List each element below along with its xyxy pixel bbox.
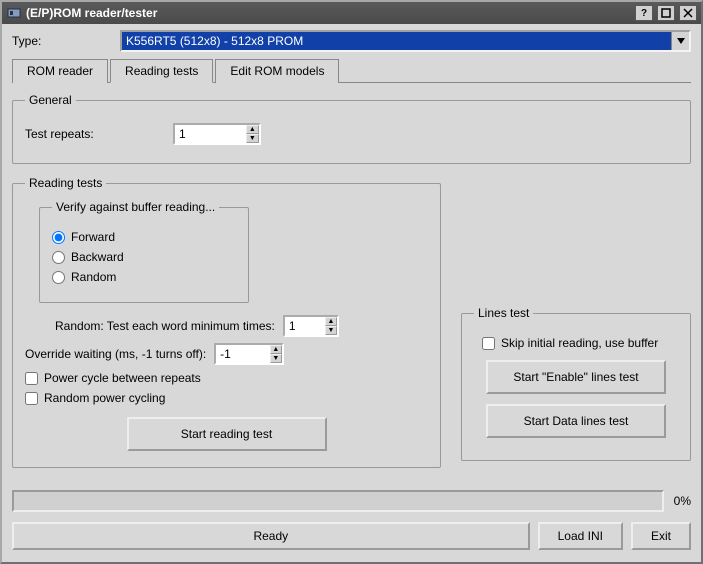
spin-down-icon[interactable]: ▼: [325, 326, 337, 335]
spin-down-icon[interactable]: ▼: [246, 134, 259, 143]
start-reading-test-button[interactable]: Start reading test: [127, 417, 327, 451]
type-row: Type: K556RT5 (512x8) - 512x8 PROM: [12, 30, 691, 52]
start-data-lines-button[interactable]: Start Data lines test: [486, 404, 666, 438]
general-legend: General: [25, 93, 76, 107]
random-min-spinner[interactable]: ▲▼: [283, 315, 339, 337]
checkbox-random-power[interactable]: [25, 392, 38, 405]
spin-up-icon[interactable]: ▲: [246, 125, 259, 134]
tab-edit-rom-models[interactable]: Edit ROM models: [215, 59, 339, 83]
help-button[interactable]: ?: [635, 5, 653, 21]
close-button[interactable]: [679, 5, 697, 21]
tab-rom-reader[interactable]: ROM reader: [12, 59, 108, 83]
verify-group: Verify against buffer reading... Forward…: [39, 200, 249, 303]
radio-random[interactable]: [52, 271, 65, 284]
radio-backward[interactable]: [52, 251, 65, 264]
radio-forward[interactable]: [52, 231, 65, 244]
verify-legend: Verify against buffer reading...: [52, 200, 219, 214]
lines-test-legend: Lines test: [474, 306, 533, 320]
checkbox-power-cycle[interactable]: [25, 372, 38, 385]
status-text: Ready: [12, 522, 530, 550]
general-group: General Test repeats: ▲▼: [12, 93, 691, 164]
spin-down-icon[interactable]: ▼: [270, 354, 283, 363]
app-window: (E/P)ROM reader/tester ? Type: K556RT5 (…: [0, 0, 703, 564]
random-power-label: Random power cycling: [44, 391, 165, 405]
app-icon: [6, 5, 22, 21]
progress-bar: [12, 490, 664, 512]
skip-initial-label: Skip initial reading, use buffer: [501, 336, 658, 350]
lines-test-group: Lines test Skip initial reading, use buf…: [461, 306, 691, 461]
override-waiting-label: Override waiting (ms, -1 turns off):: [25, 347, 206, 361]
tab-reading-tests[interactable]: Reading tests: [110, 59, 213, 83]
spin-up-icon[interactable]: ▲: [325, 317, 337, 326]
radio-backward-label: Backward: [71, 250, 124, 264]
reading-tests-group: Reading tests Verify against buffer read…: [12, 176, 441, 468]
chevron-down-icon[interactable]: [671, 32, 689, 50]
reading-tests-legend: Reading tests: [25, 176, 106, 190]
tab-bar: ROM reader Reading tests Edit ROM models: [12, 58, 691, 83]
test-repeats-input[interactable]: [175, 125, 246, 143]
start-enable-lines-button[interactable]: Start "Enable" lines test: [486, 360, 666, 394]
progress-row: 0%: [12, 490, 691, 512]
test-repeats-label: Test repeats:: [25, 127, 165, 141]
exit-button[interactable]: Exit: [631, 522, 691, 550]
titlebar: (E/P)ROM reader/tester ?: [2, 2, 701, 24]
type-label: Type:: [12, 34, 112, 48]
random-min-input[interactable]: [285, 317, 325, 335]
type-dropdown[interactable]: K556RT5 (512x8) - 512x8 PROM: [120, 30, 691, 52]
maximize-button[interactable]: [657, 5, 675, 21]
checkbox-skip-initial[interactable]: [482, 337, 495, 350]
random-min-label: Random: Test each word minimum times:: [55, 319, 275, 333]
content-area: Type: K556RT5 (512x8) - 512x8 PROM ROM r…: [2, 24, 701, 560]
radio-random-label: Random: [71, 270, 116, 284]
progress-percent: 0%: [674, 494, 691, 508]
window-title: (E/P)ROM reader/tester: [26, 6, 631, 20]
override-waiting-input[interactable]: [216, 345, 269, 363]
spin-up-icon[interactable]: ▲: [270, 345, 283, 354]
power-cycle-label: Power cycle between repeats: [44, 371, 201, 385]
radio-forward-label: Forward: [71, 230, 115, 244]
status-row: Ready Load INI Exit: [12, 522, 691, 550]
type-selected-value: K556RT5 (512x8) - 512x8 PROM: [126, 34, 303, 48]
load-ini-button[interactable]: Load INI: [538, 522, 623, 550]
override-waiting-spinner[interactable]: ▲▼: [214, 343, 284, 365]
test-repeats-spinner[interactable]: ▲▼: [173, 123, 261, 145]
